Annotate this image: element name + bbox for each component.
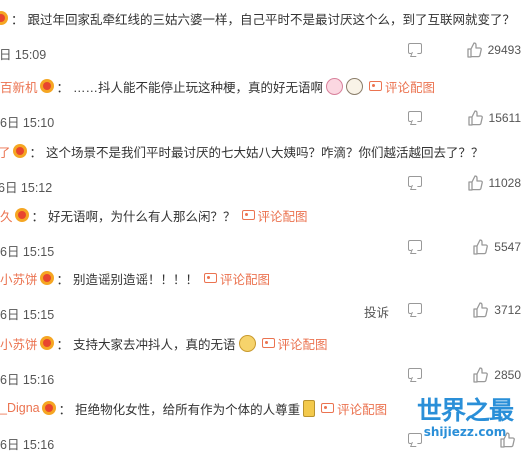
comment-item: ：跟过年回家乱牵红线的三姑六婆一样，自己平时不是最讨厌这个么，到了互联网就变了？… [0, 8, 521, 76]
like-count: 11028 [488, 176, 521, 190]
comment-time: 6日 15:15 [0, 245, 55, 259]
thumbs-up-icon [467, 175, 483, 191]
like-count: 15611 [488, 111, 521, 125]
comment-text: ……抖人能不能停止玩这种梗，真的好无语啊 [73, 80, 324, 95]
comment-username[interactable]: 小苏饼 [0, 269, 38, 288]
comment-time: 6日 15:15 [0, 308, 55, 322]
speechless-face-emoji-icon [238, 334, 256, 352]
comment-line: 小苏饼 ：支持大家去冲抖人，真的无语 评论配图 [0, 333, 328, 353]
comment-username[interactable]: 百新机 [0, 77, 38, 96]
watermark-url: shijiezz.com [423, 425, 507, 439]
fan-badge-icon [12, 144, 27, 158]
comment-time: 6日 15:12 [0, 181, 53, 195]
comment-time: 6日 15:16 [0, 438, 55, 452]
comment-username[interactable]: 小苏饼 [0, 334, 38, 353]
thumbs-up-icon [466, 42, 482, 58]
comment-username[interactable]: 久 [0, 206, 13, 225]
comment-text: 拒绝物化女性，给所有作为个体的人尊重 [75, 402, 301, 417]
fan-badge-icon [41, 401, 56, 415]
shocked-face-emoji-icon [346, 77, 364, 95]
comment-line: 百新机 ： ……抖人能不能停止玩这种梗，真的好无语啊 评论配图 [0, 76, 435, 96]
comment-item: 百新机 ： ……抖人能不能停止玩这种梗，真的好无语啊 评论配图 6日 15:10 1561… [0, 76, 521, 144]
comment-text: 这个场景不是我们平时最讨厌的七大姑八大姨吗？咋滴？你们越活越回去了？？ [46, 145, 484, 160]
fan-badge-icon [0, 11, 8, 25]
comment-image-link[interactable]: 评论配图 [258, 206, 308, 225]
like-count: 5547 [494, 240, 521, 254]
thumbs-up-icon [473, 239, 489, 255]
thumbs-up-icon [467, 110, 483, 126]
image-icon [369, 81, 383, 91]
like-count: 29493 [487, 43, 521, 57]
comment-text: 别造谣别造谣！！！！ [73, 272, 199, 287]
comment-line: 久 ：好无语啊，为什么有人那么闲？？ 评论配图 [0, 205, 308, 225]
like-button[interactable]: 11028 [467, 173, 521, 193]
like-button[interactable]: 29493 [466, 40, 521, 60]
image-icon [241, 210, 255, 220]
separator-colon: ： [56, 337, 70, 352]
watermark-title: 世界之最 [416, 396, 514, 425]
separator-colon: ： [58, 402, 72, 417]
comment-meta: 6日 15:10 15611 [0, 108, 521, 130]
reply-icon[interactable] [408, 43, 422, 54]
reply-icon[interactable] [408, 111, 422, 122]
comment-username[interactable]: _Digna [0, 401, 40, 415]
comment-meta: 6日 15:09 29493 [0, 40, 521, 62]
comment-meta: 6日 15:15 投诉 3712 [0, 300, 521, 322]
comment-image-link[interactable]: 评论配图 [278, 334, 328, 353]
comment-line: 了 ：这个场景不是我们平时最讨厌的七大姑八大姨吗？咋滴？你们越活越回去了？？ [0, 141, 484, 161]
thumbs-up-icon [473, 302, 489, 318]
candle-emoji-icon [303, 399, 316, 417]
like-button[interactable]: 5547 [472, 237, 521, 257]
like-button[interactable]: 3712 [472, 300, 521, 320]
reply-icon[interactable] [408, 368, 422, 379]
like-button[interactable]: 2850 [472, 365, 521, 385]
reply-icon[interactable] [408, 240, 422, 251]
report-button[interactable]: 投诉 [364, 302, 389, 321]
reply-icon[interactable] [408, 176, 422, 187]
fan-badge-icon [39, 336, 54, 350]
comment-time: 6日 15:10 [0, 116, 55, 130]
comment-image-link[interactable]: 评论配图 [385, 77, 435, 96]
sad-face-emoji-icon [326, 77, 344, 95]
image-icon [321, 403, 335, 413]
comment-line: 小苏饼 ：别造谣别造谣！！！！ 评论配图 [0, 268, 270, 288]
separator-colon: ： [56, 272, 70, 287]
site-watermark: 世界之最 shijiezz.com [416, 396, 514, 440]
comment-item: 小苏饼 ：别造谣别造谣！！！！ 评论配图 6日 15:15 投诉 3712 [0, 268, 521, 336]
like-count: 2850 [494, 368, 521, 382]
comment-item: 了 ：这个场景不是我们平时最讨厌的七大姑八大姨吗？咋滴？你们越活越回去了？？ 6日 … [0, 141, 521, 209]
separator-colon: ： [29, 145, 43, 160]
image-icon [261, 338, 275, 348]
comment-image-link[interactable]: 评论配图 [220, 269, 270, 288]
like-button[interactable]: 15611 [467, 108, 521, 128]
thumbs-up-icon [473, 367, 489, 383]
reply-icon[interactable] [408, 303, 422, 314]
image-icon [204, 273, 218, 283]
separator-colon: ： [11, 12, 24, 27]
comment-text: 好无语啊，为什么有人那么闲？？ [48, 209, 236, 224]
comment-line: _Digna ：拒绝物化女性，给所有作为个体的人尊重 评论配图 [0, 398, 387, 418]
fan-badge-icon [14, 208, 29, 222]
comment-item: 久 ：好无语啊，为什么有人那么闲？？ 评论配图 6日 15:15 5547 [0, 205, 521, 273]
comment-meta: 6日 15:16 2850 [0, 365, 521, 387]
fan-badge-icon [39, 271, 54, 285]
separator-colon: ： [31, 209, 45, 224]
like-count: 3712 [494, 303, 521, 317]
comment-image-link[interactable]: 评论配图 [337, 399, 387, 418]
separator-colon: ： [56, 80, 70, 95]
comment-time: 6日 15:09 [0, 48, 47, 62]
comment-meta: 6日 15:12 11028 [0, 173, 521, 195]
comment-time: 6日 15:16 [0, 373, 55, 387]
comment-meta: 6日 15:15 5547 [0, 237, 521, 259]
comment-username[interactable]: 了 [0, 142, 11, 161]
comment-line: ：跟过年回家乱牵红线的三姑六婆一样，自己平时不是最讨厌这个么，到了互联网就变了？ [0, 8, 515, 28]
fan-badge-icon [39, 79, 54, 93]
comment-item: 小苏饼 ：支持大家去冲抖人，真的无语 评论配图 6日 15:16 2850 [0, 333, 521, 401]
comment-text: 跟过年回家乱牵红线的三姑六婆一样，自己平时不是最讨厌这个么，到了互联网就变了？ [27, 12, 516, 27]
comment-text: 支持大家去冲抖人，真的无语 [73, 337, 236, 352]
